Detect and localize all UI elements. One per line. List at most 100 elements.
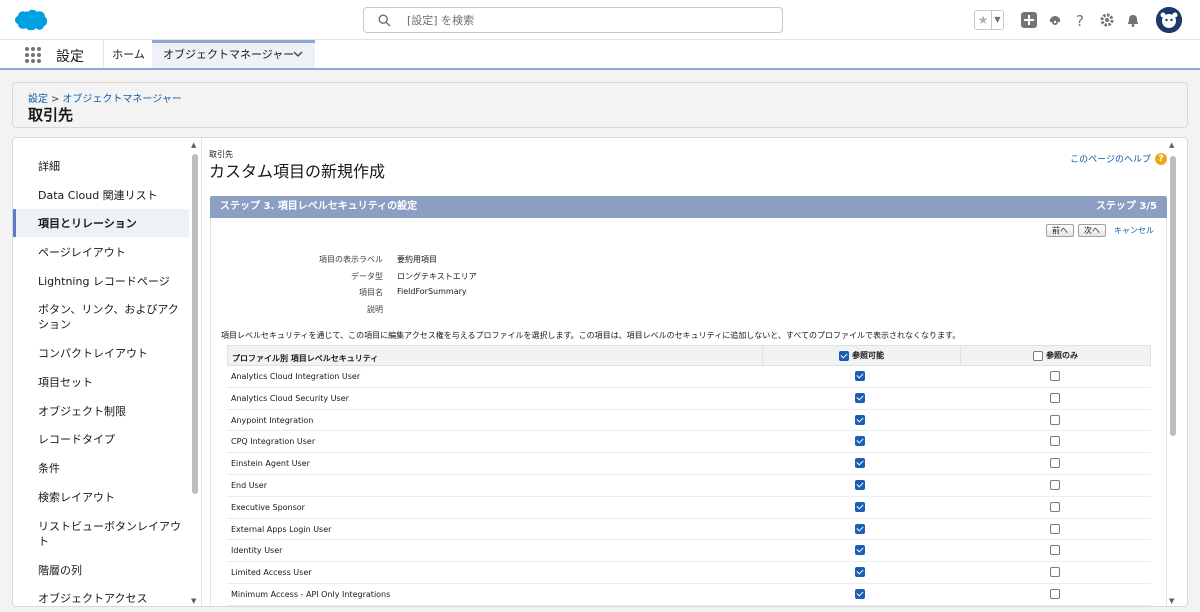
step-count: ステップ 3/5 xyxy=(1095,201,1157,212)
scroll-down-arrow-icon[interactable]: ▼ xyxy=(1169,597,1174,605)
trailhead-icon[interactable] xyxy=(1047,12,1063,28)
select-all-visible-checkbox[interactable] xyxy=(839,350,849,361)
readonly-column-label: 参照のみ xyxy=(1046,351,1078,360)
sidebar-item-field-sets[interactable]: 項目セット xyxy=(13,375,189,390)
content-area: 取引先 カスタム項目の新規作成 このページのヘルプ ? ステップ 3. 項目レベ… xyxy=(209,138,1167,606)
profile-column-header: プロファイル別 項目レベルセキュリティ xyxy=(232,354,379,363)
tab-object-manager-label: オブジェクトマネージャー xyxy=(163,48,295,61)
sidebar-item-fields-relationships[interactable]: 項目とリレーション xyxy=(13,209,189,237)
table-body: Analytics Cloud Integration User Analytic… xyxy=(227,366,1151,606)
help-icon[interactable]: ? xyxy=(1073,12,1089,28)
description-key: 説明 xyxy=(367,305,383,314)
sidebar-item-object-limits[interactable]: オブジェクト制限 xyxy=(13,404,189,419)
favorites-control[interactable]: ★ ▼ xyxy=(974,10,1004,30)
content-scrollbar-thumb[interactable] xyxy=(1170,156,1176,436)
readonly-checkbox[interactable] xyxy=(1050,392,1060,403)
readonly-checkbox[interactable] xyxy=(1050,458,1060,469)
readonly-checkbox[interactable] xyxy=(1050,436,1060,447)
sidebar-item-lightning-record-pages[interactable]: Lightning レコードページ xyxy=(13,274,189,289)
sidebar-item-search-layouts[interactable]: 検索レイアウト xyxy=(13,490,189,505)
app-name: 設定 xyxy=(56,49,84,65)
readonly-checkbox[interactable] xyxy=(1050,567,1060,578)
page-header: 設定 > オブジェクトマネージャー 取引先 xyxy=(12,82,1188,128)
help-link[interactable]: このページのヘルプ ? xyxy=(1070,152,1167,165)
object-sidebar: 詳細 Data Cloud 関連リスト 項目とリレーション ページレイアウト L… xyxy=(13,138,201,606)
favorites-dropdown-icon[interactable]: ▼ xyxy=(991,11,1003,29)
favorites-star-icon[interactable]: ★ xyxy=(975,11,991,29)
visible-checkbox[interactable] xyxy=(855,567,865,578)
readonly-checkbox[interactable] xyxy=(1050,588,1060,599)
visible-checkbox[interactable] xyxy=(855,479,865,490)
cancel-link[interactable]: キャンセル xyxy=(1114,225,1154,236)
field-name-value: FieldForSummary xyxy=(397,287,467,296)
data-type-key: データ型 xyxy=(351,272,383,281)
sidebar-item-list-view-button-layout[interactable]: リストビューボタンレイアウト xyxy=(13,519,183,549)
chevron-down-icon[interactable] xyxy=(293,51,303,57)
content-scrollbar[interactable]: ▲ ▼ xyxy=(1167,138,1179,606)
wizard-buttons: 前へ 次へ キャンセル xyxy=(1042,224,1154,237)
readonly-checkbox[interactable] xyxy=(1050,545,1060,556)
next-button[interactable]: 次へ xyxy=(1078,224,1106,237)
sidebar-item-hierarchy-columns[interactable]: 階層の列 xyxy=(13,563,189,578)
sidebar-item-data-cloud-related-lists[interactable]: Data Cloud 関連リスト xyxy=(13,188,189,203)
profile-name: End User xyxy=(231,480,267,490)
scroll-up-arrow-icon[interactable]: ▲ xyxy=(191,141,196,149)
field-summary-row: 説明 xyxy=(211,304,611,316)
visible-checkbox[interactable] xyxy=(855,523,865,534)
profile-name: CPQ Integration User xyxy=(231,437,316,447)
table-row: Analytics Cloud Integration User xyxy=(227,366,1151,388)
profile-name: External Apps Login User xyxy=(231,524,332,534)
app-launcher-icon[interactable] xyxy=(25,47,41,63)
sidebar-item-buttons-links-actions[interactable]: ボタン、リンク、およびアクション xyxy=(13,302,183,332)
readonly-column-header: 参照のみ xyxy=(960,346,1150,365)
search-icon xyxy=(378,13,391,26)
setup-gear-icon[interactable] xyxy=(1099,12,1115,28)
profile-name: Analytics Cloud Integration User xyxy=(231,372,361,381)
select-all-readonly-checkbox[interactable] xyxy=(1033,350,1043,361)
table-row: CPQ Integration User xyxy=(227,431,1151,454)
previous-button[interactable]: 前へ xyxy=(1046,224,1074,237)
sidebar-item-object-access[interactable]: オブジェクトアクセス xyxy=(13,591,189,606)
visible-checkbox[interactable] xyxy=(855,414,865,425)
visible-checkbox[interactable] xyxy=(855,371,865,381)
sidebar-item-details[interactable]: 詳細 xyxy=(13,159,189,174)
add-icon[interactable] xyxy=(1021,12,1037,28)
salesforce-logo-icon[interactable] xyxy=(14,8,48,32)
readonly-checkbox[interactable] xyxy=(1050,371,1060,381)
step-panel: 前へ 次へ キャンセル 項目の表示ラベル 要約用項目 データ型 ロングテキストエ… xyxy=(210,218,1167,606)
profile-name: Anypoint Integration xyxy=(231,415,314,425)
visible-column-label: 参照可能 xyxy=(852,351,884,360)
user-avatar-icon[interactable] xyxy=(1156,7,1182,33)
sidebar-scrollbar-thumb[interactable] xyxy=(192,154,198,494)
breadcrumb: 設定 > オブジェクトマネージャー xyxy=(28,90,182,105)
scroll-up-arrow-icon[interactable]: ▲ xyxy=(1169,141,1174,149)
tab-object-manager[interactable]: オブジェクトマネージャー xyxy=(152,40,315,68)
visible-checkbox[interactable] xyxy=(855,458,865,469)
visible-checkbox[interactable] xyxy=(855,436,865,447)
readonly-checkbox[interactable] xyxy=(1050,414,1060,425)
visible-checkbox[interactable] xyxy=(855,545,865,556)
readonly-checkbox[interactable] xyxy=(1050,479,1060,490)
field-name-key: 項目名 xyxy=(359,288,383,297)
global-search-input[interactable]: [設定] を検索 xyxy=(363,7,783,33)
visible-checkbox[interactable] xyxy=(855,501,865,512)
notifications-bell-icon[interactable] xyxy=(1125,12,1141,28)
profile-name: Analytics Cloud Security User xyxy=(231,393,349,403)
sidebar-item-conditions[interactable]: 条件 xyxy=(13,461,189,476)
field-level-security-table: プロファイル別 項目レベルセキュリティ 参照可能 参照のみ Analytics … xyxy=(227,345,1151,606)
sidebar-item-record-types[interactable]: レコードタイプ xyxy=(13,432,189,447)
visible-checkbox[interactable] xyxy=(855,392,865,403)
table-row: Executive Sponsor xyxy=(227,497,1151,519)
scroll-down-arrow-icon[interactable]: ▼ xyxy=(191,597,196,605)
sidebar-item-compact-layouts[interactable]: コンパクトレイアウト xyxy=(13,346,189,361)
readonly-checkbox[interactable] xyxy=(1050,501,1060,512)
sidebar-scrollbar[interactable]: ▲ ▼ xyxy=(189,138,201,606)
visible-checkbox[interactable] xyxy=(855,588,865,599)
tab-home[interactable]: ホーム xyxy=(103,40,153,68)
breadcrumb-object-manager-link[interactable]: オブジェクトマネージャー xyxy=(62,94,181,105)
app-navigation-bar: 設定 ホーム オブジェクトマネージャー xyxy=(0,40,1200,70)
sidebar-item-page-layouts[interactable]: ページレイアウト xyxy=(13,245,189,260)
readonly-checkbox[interactable] xyxy=(1050,523,1060,534)
table-row: Minimum Access - API Only Integrations xyxy=(227,584,1151,606)
global-header: [設定] を検索 ★ ▼ ? xyxy=(0,0,1200,40)
